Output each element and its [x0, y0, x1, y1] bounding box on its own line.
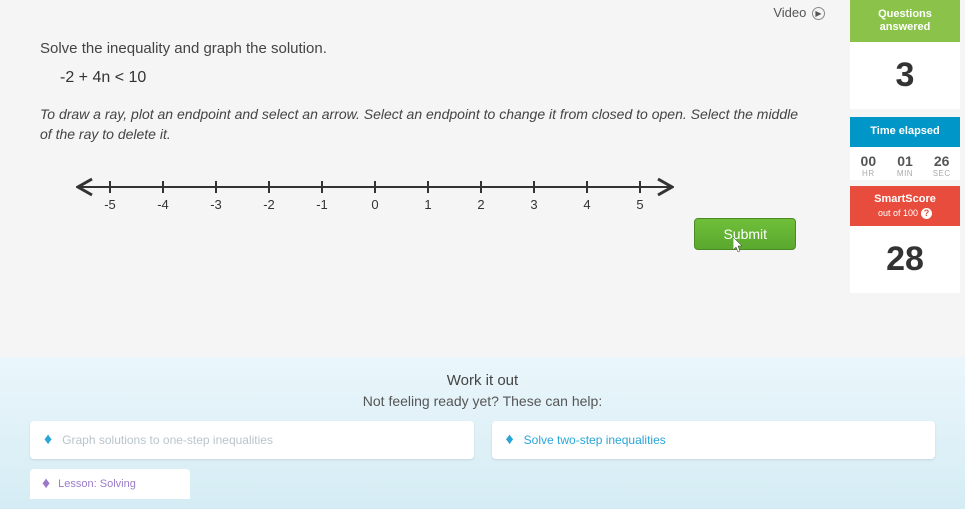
questions-answered-count: 3: [850, 42, 960, 109]
help-icon[interactable]: ?: [921, 208, 932, 219]
smartscore-value: 28: [850, 226, 960, 293]
help-link-solve-two-step[interactable]: ♦ Solve two-step inequalities: [492, 421, 936, 459]
cursor-icon: [733, 237, 745, 256]
gem-icon: ♦: [506, 431, 514, 449]
number-line[interactable]: -5 -4 -3 -2 -1 0 1 2 3 4 5: [70, 169, 690, 219]
svg-text:4: 4: [583, 197, 590, 212]
svg-text:0: 0: [371, 197, 378, 212]
help-link-graph-one-step[interactable]: ♦ Graph solutions to one-step inequaliti…: [30, 421, 474, 459]
time-min: 01: [889, 153, 922, 169]
gem-icon: ♦: [42, 475, 50, 493]
time-sec: 26: [925, 153, 958, 169]
time-hr: 00: [852, 153, 885, 169]
time-elapsed-value: 00HR 01MIN 26SEC: [850, 147, 960, 180]
time-elapsed-label: Time elapsed: [850, 117, 960, 146]
svg-text:-1: -1: [316, 197, 328, 212]
svg-text:3: 3: [530, 197, 537, 212]
svg-text:5: 5: [636, 197, 643, 212]
svg-text:2: 2: [477, 197, 484, 212]
question-panel: Solve the inequality and graph the solut…: [20, 0, 830, 260]
svg-text:1: 1: [424, 197, 431, 212]
questions-answered-label: Questions answered: [850, 0, 960, 42]
gem-icon: ♦: [44, 431, 52, 449]
question-instructions: To draw a ray, plot an endpoint and sele…: [40, 105, 800, 144]
lesson-link[interactable]: ♦ Lesson: Solving: [30, 469, 190, 499]
stats-sidebar: Questions answered 3 Time elapsed 00HR 0…: [850, 0, 960, 293]
svg-text:-5: -5: [104, 197, 116, 212]
svg-text:-2: -2: [263, 197, 275, 212]
smartscore-label: SmartScore out of 100?: [850, 186, 960, 227]
work-it-out-panel: Work it out Not feeling ready yet? These…: [0, 357, 965, 509]
workout-subtitle: Not feeling ready yet? These can help:: [30, 393, 935, 409]
question-prompt: Solve the inequality and graph the solut…: [40, 40, 810, 57]
workout-title: Work it out: [30, 372, 935, 389]
svg-text:-4: -4: [157, 197, 169, 212]
svg-text:-3: -3: [210, 197, 222, 212]
submit-button[interactable]: Submit: [694, 218, 796, 250]
question-inequality: -2 + 4n < 10: [60, 69, 810, 87]
